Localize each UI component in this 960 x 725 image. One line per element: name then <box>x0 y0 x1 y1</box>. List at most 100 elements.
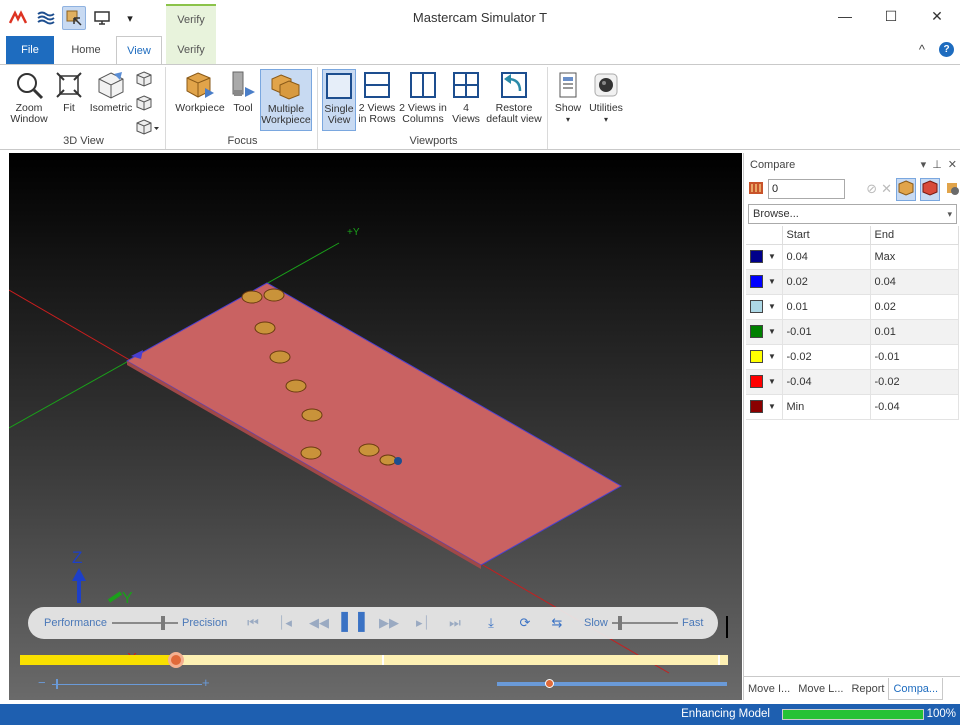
color-picker-cell[interactable]: ▼ <box>746 344 783 370</box>
compare-value-input[interactable]: 0 <box>768 179 846 199</box>
secondary-progress-thumb[interactable] <box>545 679 554 688</box>
tab-compare[interactable]: Compa... <box>888 677 944 700</box>
start-value-cell[interactable]: Min <box>782 394 871 420</box>
start-value-cell[interactable]: 0.01 <box>782 294 871 320</box>
panel-close-icon[interactable]: ✕ <box>948 158 957 171</box>
color-swatch[interactable] <box>750 275 763 288</box>
table-row[interactable]: ▼ 0.02 0.04 <box>746 269 959 295</box>
table-row[interactable]: ▼ -0.01 0.01 <box>746 319 959 345</box>
zoom-window-button[interactable]: Zoom Window <box>6 69 52 125</box>
chevron-down-icon[interactable]: ▼ <box>768 402 776 411</box>
end-value-cell[interactable]: -0.01 <box>870 344 959 370</box>
timeline-thumb[interactable] <box>167 652 184 668</box>
color-swatch[interactable] <box>750 350 763 363</box>
color-picker-cell[interactable]: ▼ <box>746 394 783 420</box>
fast-forward-icon[interactable]: ▶▶ <box>379 614 399 632</box>
browse-dropdown[interactable]: Browse... ▾ <box>748 204 957 224</box>
color-swatch[interactable] <box>750 375 763 388</box>
tab-file[interactable]: File <box>6 36 54 64</box>
end-value-cell[interactable]: -0.04 <box>870 394 959 420</box>
start-value-cell[interactable]: 0.02 <box>782 269 871 295</box>
end-value-cell[interactable]: 0.04 <box>870 269 959 295</box>
end-value-cell[interactable]: Max <box>870 244 959 270</box>
chevron-down-icon[interactable]: ▼ <box>768 277 776 286</box>
color-picker-cell[interactable]: ▼ <box>746 269 783 295</box>
zoom-slider-thumb[interactable] <box>56 679 58 689</box>
maximize-button[interactable]: ☐ <box>868 0 914 32</box>
speed-slider-thumb[interactable] <box>617 616 622 630</box>
clear-compare-icon[interactable]: ✕ <box>881 181 892 197</box>
step-back-icon[interactable]: ⇆ <box>548 614 566 632</box>
color-picker-cell[interactable]: ▼ <box>746 369 783 395</box>
tab-report[interactable]: Report <box>847 678 888 700</box>
pin-icon[interactable]: ⊥ <box>932 158 942 171</box>
rewind-icon[interactable]: ◀◀ <box>309 614 329 632</box>
refresh-compare-icon[interactable]: ⊘ <box>866 181 877 197</box>
compare-options-icon[interactable] <box>944 180 960 199</box>
precision-slider-thumb[interactable] <box>161 616 166 630</box>
close-button[interactable]: ✕ <box>914 0 960 32</box>
color-picker-cell[interactable]: ▼ <box>746 294 783 320</box>
precision-slider[interactable] <box>112 616 178 630</box>
chevron-down-icon[interactable]: ▼ <box>768 352 776 361</box>
tab-move-info[interactable]: Move I... <box>744 678 794 700</box>
end-value-cell[interactable]: 0.02 <box>870 294 959 320</box>
compare-stock-icon[interactable] <box>896 177 916 201</box>
collapse-ribbon-icon[interactable]: ^ <box>919 42 925 57</box>
four-views-button[interactable]: 4 Views <box>450 69 482 125</box>
compare-model-icon[interactable] <box>920 177 940 201</box>
color-swatch[interactable] <box>750 250 763 263</box>
start-value-cell[interactable]: 0.04 <box>782 244 871 270</box>
end-value-cell[interactable]: -0.02 <box>870 369 959 395</box>
tab-verify[interactable]: Verify <box>166 36 216 64</box>
skip-end-icon[interactable]: ⏭ <box>446 614 464 632</box>
end-value-cell[interactable]: 0.01 <box>870 319 959 345</box>
isometric-button[interactable]: Isometric <box>86 69 136 114</box>
step-move-icon[interactable]: ⤓ <box>482 614 500 632</box>
utilities-button[interactable]: Utilities ▾ <box>586 69 626 125</box>
help-icon[interactable]: ? <box>939 42 954 57</box>
tab-home[interactable]: Home <box>60 36 112 64</box>
color-swatch[interactable] <box>750 400 763 413</box>
color-picker-cell[interactable]: ▼ <box>746 244 783 270</box>
chevron-down-icon[interactable]: ▼ <box>768 302 776 311</box>
tool-button[interactable]: Tool <box>228 69 258 114</box>
two-views-columns-button[interactable]: 2 Views in Columns <box>398 69 448 125</box>
zoom-slider[interactable]: − + <box>20 675 230 690</box>
color-picker-cell[interactable]: ▼ <box>746 319 783 345</box>
chevron-down-icon[interactable]: ▼ <box>768 252 776 261</box>
step-end-icon[interactable]: ▸⏐ <box>414 614 432 632</box>
single-view-button[interactable]: Single View <box>322 69 356 131</box>
skip-start-icon[interactable]: ⏮ <box>244 614 262 632</box>
two-views-rows-button[interactable]: 2 Views in Rows <box>358 69 396 125</box>
start-value-cell[interactable]: -0.04 <box>782 369 871 395</box>
chevron-down-icon[interactable]: ▼ <box>768 377 776 386</box>
speed-slider[interactable] <box>612 616 678 630</box>
simulation-timeline[interactable] <box>20 652 728 668</box>
pause-icon[interactable]: ❚❚ <box>336 610 370 632</box>
step-start-icon[interactable]: ⏐◂ <box>276 614 294 632</box>
zoom-out-button[interactable]: − <box>38 675 46 690</box>
minimize-button[interactable]: — <box>822 0 868 32</box>
tab-view[interactable]: View <box>116 36 162 65</box>
cube-view-top-icon[interactable] <box>136 71 160 90</box>
restore-default-view-button[interactable]: Restore default view <box>484 69 544 125</box>
secondary-progress-track[interactable] <box>497 679 727 688</box>
table-row[interactable]: ▼ Min -0.04 <box>746 394 959 420</box>
workpiece-button[interactable]: Workpiece <box>172 69 228 114</box>
zoom-in-button[interactable]: + <box>202 675 210 690</box>
fit-button[interactable]: Fit <box>52 69 86 114</box>
table-row[interactable]: ▼ 0.04 Max <box>746 244 959 270</box>
table-row[interactable]: ▼ -0.02 -0.01 <box>746 344 959 370</box>
color-swatch[interactable] <box>750 325 763 338</box>
show-button[interactable]: Show ▾ <box>552 69 584 125</box>
multiple-workpiece-button[interactable]: Multiple Workpiece <box>260 69 312 131</box>
tab-move-list[interactable]: Move L... <box>794 678 847 700</box>
table-row[interactable]: ▼ -0.04 -0.02 <box>746 369 959 395</box>
color-swatch[interactable] <box>750 300 763 313</box>
chevron-down-icon[interactable]: ▼ <box>768 327 776 336</box>
panel-menu-icon[interactable]: ▾ <box>921 158 927 171</box>
start-value-cell[interactable]: -0.01 <box>782 319 871 345</box>
loop-icon[interactable]: ⟳ <box>516 614 534 632</box>
cube-view-front-icon[interactable] <box>136 95 160 114</box>
